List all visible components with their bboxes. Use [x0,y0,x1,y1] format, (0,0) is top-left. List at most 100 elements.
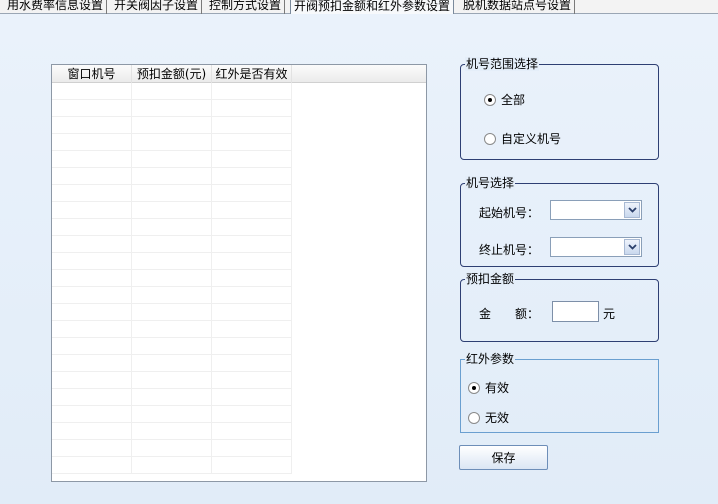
table-cell [212,321,292,338]
table-cell [132,287,212,304]
table-cell [212,185,292,202]
start-id-combo[interactable] [550,200,642,220]
table-cell [52,253,132,270]
table-row [52,253,292,270]
table-cell [132,389,212,406]
table-cell [52,270,132,287]
table-cell [132,270,212,287]
table-row [52,270,292,287]
table-row [52,185,292,202]
machine-group-title: 机号选择 [465,176,516,190]
table-cell [52,151,132,168]
amount-unit-label: 元 [603,307,616,321]
tab-offline-station[interactable]: 脱机数据站点号设置 [460,0,576,14]
save-button[interactable]: 保存 [459,445,548,470]
radio-valid-label: 有效 [485,381,510,395]
table-cell [212,168,292,185]
table-cell [52,304,132,321]
table-cell [212,338,292,355]
table-cell [212,457,292,474]
infrared-param-group: 红外参数 有效 无效 [460,352,659,433]
table-cell [132,219,212,236]
tab-control-mode[interactable]: 控制方式设置 [206,0,286,14]
table-cell [212,253,292,270]
table-row [52,236,292,253]
table-row [52,338,292,355]
column-header-window-id[interactable]: 窗口机号 [52,65,132,83]
radio-custom-dot[interactable] [484,132,496,145]
radio-valid[interactable]: 有效 [468,379,509,396]
table-cell [52,440,132,457]
chevron-down-icon [627,207,637,213]
table-cell [212,151,292,168]
table-cell [52,100,132,117]
radio-custom[interactable]: 自定义机号 [484,130,561,147]
table-cell [212,304,292,321]
table-cell [132,406,212,423]
table-cell [52,321,132,338]
table-cell [212,355,292,372]
chevron-down-icon [627,244,637,250]
table-cell [132,457,212,474]
end-id-combo[interactable] [550,237,642,257]
table-cell [132,83,212,100]
tab-prededuct-infrared[interactable]: 开阀预扣金额和红外参数设置 [290,0,455,15]
table-cell [52,372,132,389]
table-cell [52,406,132,423]
table-row [52,151,292,168]
table-cell [132,185,212,202]
table-row [52,117,292,134]
end-id-label: 终止机号： [479,243,540,257]
column-header-prededuct-amount[interactable]: 预扣金额(元) [132,65,212,83]
range-group-title: 机号范围选择 [465,57,540,71]
radio-invalid-dot[interactable] [468,411,480,424]
table-cell [132,134,212,151]
table-row [52,202,292,219]
radio-valid-dot[interactable] [468,381,480,394]
table-cell [52,457,132,474]
table-cell [212,440,292,457]
table-row [52,83,292,100]
table-cell [132,423,212,440]
column-header-infrared-valid[interactable]: 红外是否有效 [212,65,292,83]
table-row [52,440,292,457]
table-cell [212,236,292,253]
table-row [52,321,292,338]
table-row [52,457,292,474]
table-cell [52,83,132,100]
start-id-dropdown-button[interactable] [624,202,640,218]
table-cell [52,389,132,406]
radio-all[interactable]: 全部 [484,91,525,108]
amount-input[interactable] [552,301,599,322]
table-cell [132,355,212,372]
table-cell [212,270,292,287]
tab-water-rate[interactable]: 用水费率信息设置 [4,0,108,14]
table-cell [52,168,132,185]
range-select-group: 机号范围选择 全部 自定义机号 [460,57,659,160]
table-cell [52,117,132,134]
table-cell [132,253,212,270]
table-cell [132,202,212,219]
tab-bar: 用水费率信息设置 开关阀因子设置 控制方式设置 开阀预扣金额和红外参数设置 脱机… [0,0,718,15]
radio-invalid[interactable]: 无效 [468,409,509,426]
table-cell [132,321,212,338]
table-cell [212,117,292,134]
machine-list[interactable]: 窗口机号 预扣金额(元) 红外是否有效 [51,64,427,482]
table-row [52,372,292,389]
prededuct-amount-group: 预扣金额 金 额： 元 [460,272,659,342]
table-cell [212,406,292,423]
table-cell [132,100,212,117]
machine-select-group: 机号选择 起始机号： 终止机号： [460,176,659,267]
table-cell [132,117,212,134]
table-cell [132,440,212,457]
table-cell [132,304,212,321]
end-id-dropdown-button[interactable] [624,239,640,255]
table-row [52,389,292,406]
radio-all-dot[interactable] [484,93,496,106]
amount-label: 金 额： [479,307,540,321]
list-header: 窗口机号 预扣金额(元) 红外是否有效 [52,65,426,83]
tab-valve-factor[interactable]: 开关阀因子设置 [111,0,203,14]
radio-all-label: 全部 [501,93,526,107]
table-row [52,287,292,304]
table-cell [52,236,132,253]
